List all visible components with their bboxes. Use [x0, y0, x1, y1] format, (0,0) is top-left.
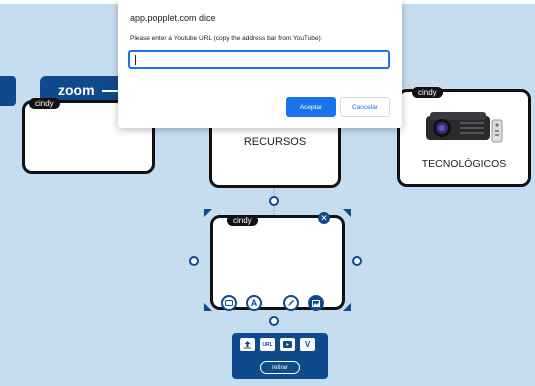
resize-corner-tl[interactable] — [204, 209, 212, 217]
dialog-message: Please enter a Youtube URL (copy the add… — [130, 35, 323, 42]
dialog-origin: app.popplet.com dice — [130, 13, 216, 23]
remove-label: retirar — [272, 364, 288, 371]
accept-button[interactable]: Aceptar — [286, 97, 336, 117]
user-tag: cindy — [227, 215, 258, 226]
connect-handle-right[interactable] — [352, 256, 362, 266]
media-panel: URL V retirar — [232, 333, 328, 379]
frame-icon[interactable] — [221, 295, 237, 311]
vimeo-icon[interactable]: V — [300, 338, 315, 351]
user-tag: cindy — [29, 98, 60, 109]
text-caret — [135, 55, 136, 65]
url-input[interactable] — [128, 50, 390, 69]
text-icon[interactable]: A — [246, 295, 262, 311]
connect-handle-top[interactable] — [269, 196, 279, 206]
resize-corner-br[interactable] — [343, 303, 351, 311]
url-prompt-dialog: app.popplet.com dice Please enter a Yout… — [118, 0, 402, 128]
connect-handle-bottom[interactable] — [269, 316, 279, 326]
url-label: URL — [262, 341, 273, 348]
resize-corner-tr[interactable] — [343, 209, 351, 217]
upload-icon[interactable] — [240, 338, 255, 351]
close-icon[interactable]: ✕ — [318, 212, 330, 224]
youtube-icon[interactable] — [280, 338, 295, 351]
popplet-card-tecnologicos[interactable]: cindy TECNOLÓGICOS — [397, 87, 531, 187]
offscreen-chip[interactable] — [0, 76, 16, 106]
zoom-label: zoom — [58, 82, 95, 98]
image-icon[interactable] — [308, 295, 324, 311]
user-tag: cindy — [412, 87, 443, 98]
card-text: TECNOLÓGICOS — [421, 158, 507, 170]
connect-handle-left[interactable] — [189, 256, 199, 266]
projector-image — [426, 112, 503, 143]
card-text: RECURSOS — [243, 136, 307, 148]
url-button[interactable]: URL — [260, 338, 275, 351]
remove-button[interactable]: retirar — [260, 361, 300, 374]
cancel-button[interactable]: Cancelar — [340, 97, 390, 117]
pencil-icon[interactable] — [283, 295, 299, 311]
